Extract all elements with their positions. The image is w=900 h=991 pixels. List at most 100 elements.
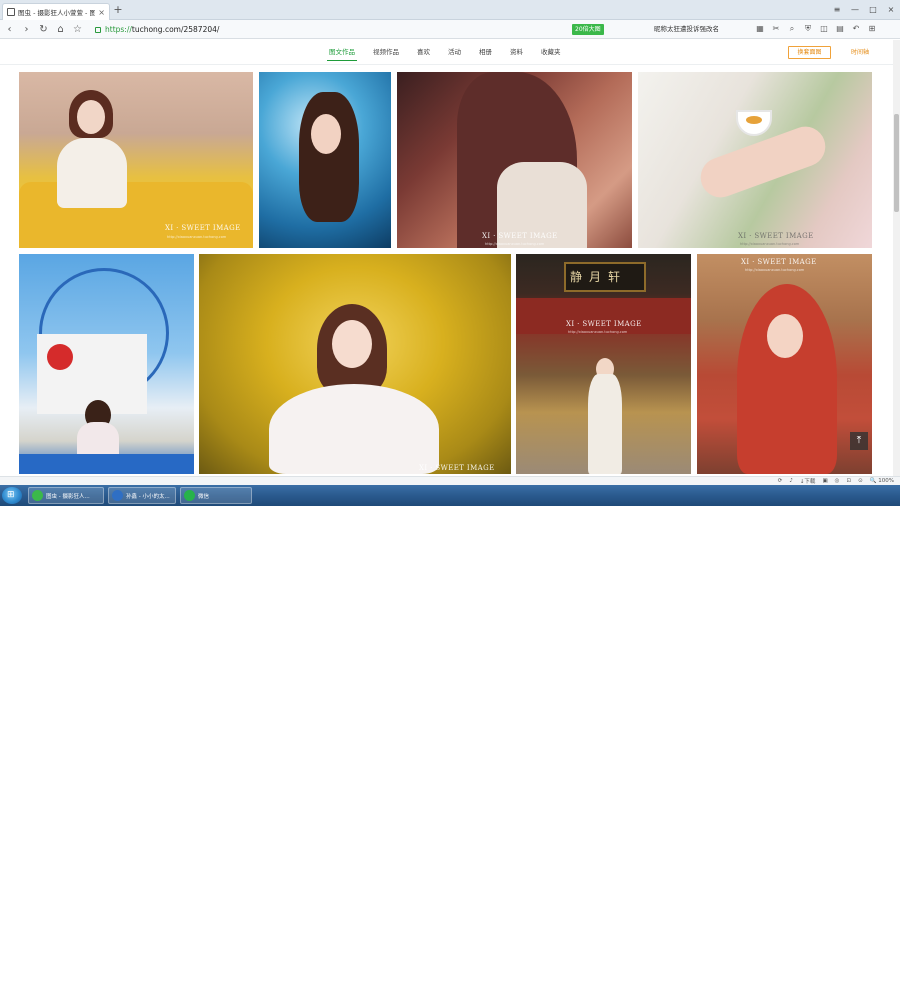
secure-lock-icon <box>95 26 101 33</box>
photo-teacup-shape <box>736 110 772 136</box>
status-item[interactable]: ↓下载 <box>800 477 816 485</box>
taskbar-item-browser[interactable]: 图虫 - 摄影狂人... <box>28 487 104 504</box>
photo-watermark: XI · SWEET IMAGE <box>419 464 495 472</box>
taskbar-item-label: 孙鑫 - 小小的太... <box>126 493 170 500</box>
status-item[interactable]: ♪ <box>789 478 793 484</box>
photo-heart-balloon-shape <box>47 344 73 370</box>
photo-tile[interactable]: 静月轩 XI · SWEET IMAGE http://xiaoxuanxuan… <box>516 254 691 474</box>
photo-watermark: XI · SWEET IMAGE <box>482 232 558 240</box>
tab-profile[interactable]: 资料 <box>501 40 532 65</box>
back-icon[interactable]: ‹ <box>2 22 17 37</box>
undo-icon[interactable]: ↶ <box>851 23 861 35</box>
grid-icon[interactable]: ⊞ <box>867 23 877 35</box>
tab-close-icon[interactable]: × <box>98 8 105 17</box>
search-icon[interactable]: ⌕ <box>787 23 797 35</box>
photo-watermark: XI · SWEET IMAGE <box>165 224 241 232</box>
system-clock[interactable]: 下午 4:40 2018/4/10 星期二 <box>850 974 896 988</box>
taskbar-item-wechat[interactable]: 微信 <box>180 487 252 504</box>
close-window-icon[interactable]: × <box>882 0 900 18</box>
system-tray: 下午 4:40 2018/4/10 星期二 <box>796 971 900 991</box>
photo-tile[interactable]: XI · SWEET IMAGE http://xiaoxuanxuan.tuc… <box>19 72 253 248</box>
change-cover-button[interactable]: 换套面图 <box>788 46 831 59</box>
browser-app-icon <box>32 490 43 501</box>
browser-status-bar: ⟳ ♪ ↓下载 ▣ ◎ ⊡ ⊙ 🔍 100% <box>0 476 900 485</box>
tab-events[interactable]: 活动 <box>439 40 470 65</box>
home-icon[interactable]: ⌂ <box>53 22 68 37</box>
photo-watermark: XI · SWEET IMAGE <box>566 320 642 328</box>
photo-figure-body <box>588 374 622 474</box>
url-path: /2587204/ <box>180 25 220 34</box>
photo-tile[interactable] <box>259 72 391 248</box>
status-item[interactable]: ⊡ <box>846 478 851 484</box>
photo-tile[interactable]: XI · SWEET IMAGE http://xiaoxuanxuan.tuc… <box>697 254 872 474</box>
tab-favicon-icon <box>7 8 15 16</box>
refresh-icon[interactable]: ↻ <box>36 22 51 37</box>
photo-figure-scarf <box>737 284 837 474</box>
photo-tile[interactable] <box>19 254 194 474</box>
photo-watermark-url: http://xiaoxuanxuan.tuchong.com <box>740 242 800 246</box>
photo-figure-body <box>57 138 127 208</box>
browser-search-box[interactable]: 昵称太狂遭投诉强改名 <box>654 23 746 36</box>
clock-date: 2018/4/10 星期二 <box>849 981 896 987</box>
photo-figure-face <box>767 314 803 358</box>
back-to-top-icon[interactable]: ⤒ <box>850 432 868 450</box>
photo-tile[interactable]: XI · SWEET IMAGE <box>199 254 511 474</box>
url-host: tuchong.com <box>131 25 181 34</box>
profile-subnav: 图文作品 视频作品 喜欢 活动 相册 资料 收藏夹 换套面图 时间轴 <box>0 40 893 65</box>
k-app-icon <box>112 490 123 501</box>
tab-favorites[interactable]: 收藏夹 <box>532 40 570 65</box>
status-item[interactable]: ◎ <box>835 478 840 484</box>
photo-tile[interactable]: XI · SWEET IMAGE http://xiaoxuanxuan.tuc… <box>397 72 632 248</box>
taskbar-item-k[interactable]: 孙鑫 - 小小的太... <box>108 487 176 504</box>
browser-navigation-bar: ‹ › ↻ ⌂ ☆ https://tuchong.com/2587204/ 2… <box>0 20 900 39</box>
photo-watermark-url: http://xiaoxuanxuan.tuchong.com <box>167 235 227 239</box>
photo-watermark-url: http://xiaoxuanxuan.tuchong.com <box>745 268 805 272</box>
maximize-icon[interactable]: □ <box>864 0 882 18</box>
photo-watermark-url: http://xiaoxuanxuan.tuchong.com <box>485 242 545 246</box>
new-tab-button[interactable]: + <box>112 4 124 16</box>
apps-icon[interactable]: ▤ <box>835 23 845 35</box>
address-bar[interactable]: https://tuchong.com/2587204/ <box>92 22 647 37</box>
profile-tabs: 图文作品 视频作品 喜欢 活动 相册 资料 收藏夹 <box>320 40 570 65</box>
game-icon[interactable]: ◫ <box>819 23 829 35</box>
tab-works[interactable]: 图文作品 <box>320 40 364 65</box>
status-item[interactable]: ▣ <box>822 478 827 484</box>
forward-icon[interactable]: › <box>19 22 34 37</box>
wechat-icon <box>184 490 195 501</box>
tab-likes[interactable]: 喜欢 <box>408 40 439 65</box>
windows-logo-icon: ⊞ <box>7 490 15 500</box>
photo-signboard-text: 静月轩 <box>570 270 628 284</box>
start-button[interactable]: ⊞ <box>2 487 22 504</box>
zoom-level[interactable]: 🔍 100% <box>870 478 894 484</box>
status-item[interactable]: ⊙ <box>858 478 863 484</box>
minimize-icon[interactable]: — <box>846 0 864 18</box>
page-scrollbar[interactable] <box>893 40 900 476</box>
timeline-link[interactable]: 时间轴 <box>851 46 869 59</box>
photo-figure-face <box>311 114 341 154</box>
status-item[interactable]: ⟳ <box>778 478 783 484</box>
clock-time: 下午 4:40 <box>870 974 896 980</box>
windows-taskbar: ⊞ 图虫 - 摄影狂人... 孙鑫 - 小小的太... 微信 MODEL PHO… <box>0 485 900 987</box>
cut-icon[interactable]: ✂ <box>771 23 781 35</box>
photo-watermark: XI · SWEET IMAGE <box>741 258 817 266</box>
browser-toolbar-icons: ▦ ✂ ⌕ ⛨ ◫ ▤ ↶ ⊞ <box>755 23 877 35</box>
menu-icon[interactable]: ≡ <box>828 0 846 18</box>
url-prefix: https:// <box>105 25 132 34</box>
photo-watermark-url: http://xiaoxuanxuan.tuchong.com <box>568 330 628 334</box>
taskbar-item-label: 图虫 - 摄影狂人... <box>46 493 90 500</box>
scrollbar-thumb[interactable] <box>894 114 899 212</box>
photo-roof-shape <box>516 298 691 334</box>
large-image-extension-button[interactable]: 20倍大图 <box>572 24 604 35</box>
star-icon[interactable]: ☆ <box>70 22 85 37</box>
tab-title: 图虫 - 摄影狂人小萱萱 - 图虫网 <box>18 9 96 17</box>
shield-icon[interactable]: ⛨ <box>803 23 813 35</box>
extension-icon[interactable]: ▦ <box>755 23 765 35</box>
photo-tile[interactable]: XI · SWEET IMAGE http://xiaoxuanxuan.tuc… <box>638 72 872 248</box>
photo-figure-face <box>77 100 105 134</box>
tab-videos[interactable]: 视频作品 <box>364 40 408 65</box>
url-text: https://tuchong.com/2587204/ <box>105 25 219 34</box>
tab-albums[interactable]: 相册 <box>470 40 501 65</box>
window-controls: ≡ — □ × <box>828 0 900 18</box>
photo-figure-face <box>332 320 372 368</box>
browser-tab[interactable]: 图虫 - 摄影狂人小萱萱 - 图虫网 × <box>2 3 110 20</box>
